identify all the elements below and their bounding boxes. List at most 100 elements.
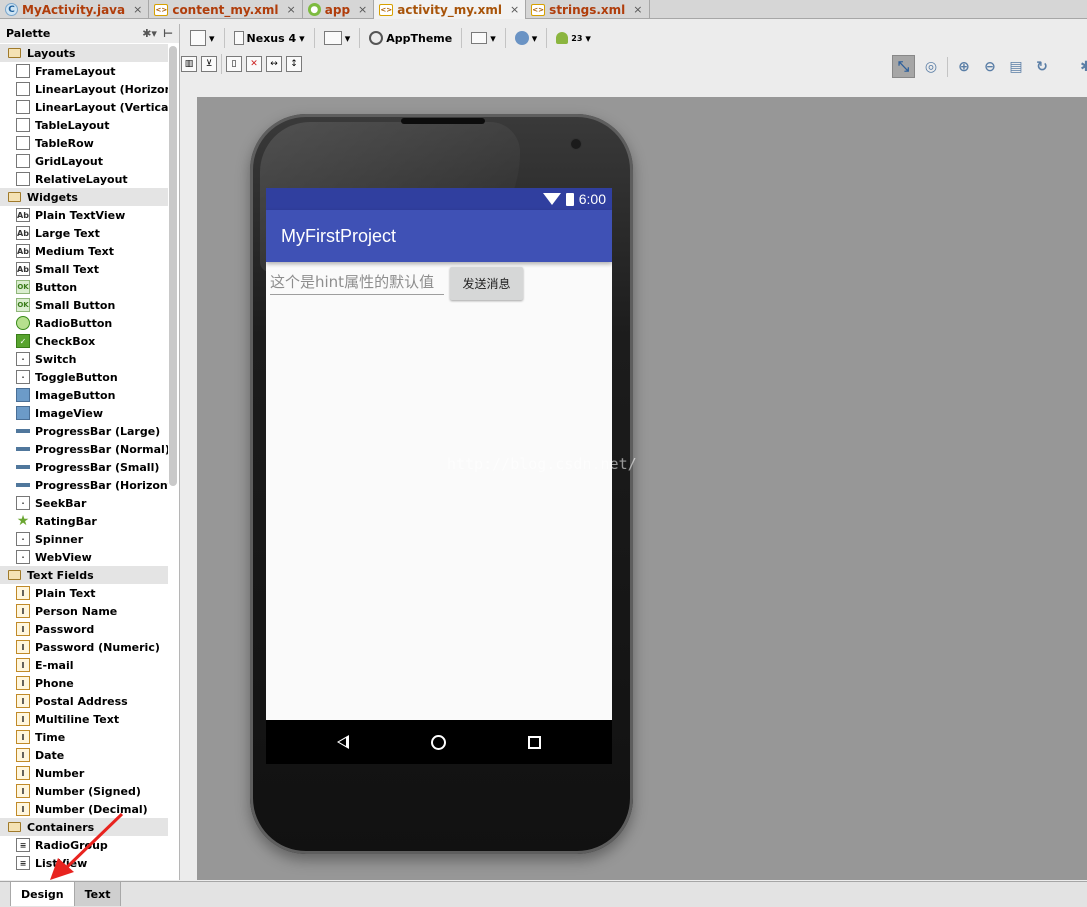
widget-icon bbox=[16, 478, 30, 492]
api-level-selector[interactable]: 23 ▾ bbox=[553, 28, 594, 48]
palette-item-ratingbar[interactable]: ★ RatingBar bbox=[0, 512, 168, 530]
android-icon bbox=[556, 32, 569, 44]
palette-item-button[interactable]: OK Button bbox=[0, 278, 168, 296]
palette-item-gridlayout[interactable]: GridLayout bbox=[0, 152, 168, 170]
close-icon[interactable]: × bbox=[133, 3, 142, 16]
distribute-icon[interactable]: ▯ bbox=[226, 56, 242, 72]
palette-item-small-text[interactable]: Ab Small Text bbox=[0, 260, 168, 278]
file-icon bbox=[190, 30, 206, 46]
tab-design[interactable]: Design bbox=[10, 882, 75, 906]
palette-item-switch[interactable]: · Switch bbox=[0, 350, 168, 368]
zoom-in-icon[interactable]: ⊕ bbox=[954, 57, 974, 77]
palette-item-label: ProgressBar (Horizontal bbox=[35, 478, 168, 492]
palette-item-number-decimal[interactable]: I Number (Decimal) bbox=[0, 800, 168, 818]
palette-item-password-numeric[interactable]: I Password (Numeric) bbox=[0, 638, 168, 656]
close-icon[interactable]: × bbox=[358, 3, 367, 16]
palette-item-togglebutton[interactable]: · ToggleButton bbox=[0, 368, 168, 386]
columns-icon[interactable]: ▥ bbox=[181, 56, 197, 72]
palette-item-medium-text[interactable]: Ab Medium Text bbox=[0, 242, 168, 260]
palette-item-time[interactable]: I Time bbox=[0, 728, 168, 746]
palette-item-label: Medium Text bbox=[35, 244, 115, 258]
home-icon[interactable] bbox=[431, 734, 446, 750]
send-message-button[interactable]: 发送消息 bbox=[450, 267, 523, 300]
fill-width-icon[interactable]: ↔ bbox=[266, 56, 282, 72]
palette-item-large-text[interactable]: Ab Large Text bbox=[0, 224, 168, 242]
palette-item-seekbar[interactable]: · SeekBar bbox=[0, 494, 168, 512]
palette-item-number-signed[interactable]: I Number (Signed) bbox=[0, 782, 168, 800]
settings-gear-icon[interactable]: ✱ bbox=[1076, 57, 1087, 77]
palette-item-spinner[interactable]: · Spinner bbox=[0, 530, 168, 548]
palette-category-widgets[interactable]: Widgets bbox=[0, 188, 168, 206]
locale-selector[interactable]: ▾ bbox=[512, 28, 541, 48]
palette-item-linearlayout-vertical[interactable]: LinearLayout (Vertical) bbox=[0, 98, 168, 116]
clear-weights-icon[interactable]: ✕ bbox=[246, 56, 262, 72]
palette-item-progressbar-horizontal[interactable]: ProgressBar (Horizontal bbox=[0, 476, 168, 494]
java-class-icon: C bbox=[5, 3, 18, 16]
palette-item-label: Number bbox=[35, 766, 85, 780]
refresh-icon[interactable]: ↻ bbox=[1032, 57, 1052, 77]
palette-item-radiogroup[interactable]: ≡ RadioGroup bbox=[0, 836, 168, 854]
close-icon[interactable]: × bbox=[633, 3, 642, 16]
palette-item-date[interactable]: I Date bbox=[0, 746, 168, 764]
palette-item-label: Switch bbox=[35, 352, 77, 366]
close-icon[interactable]: × bbox=[287, 3, 296, 16]
palette-item-number[interactable]: I Number bbox=[0, 764, 168, 782]
zoom-actual-icon[interactable]: ◎ bbox=[921, 57, 941, 77]
palette-item-progressbar-normal[interactable]: ProgressBar (Normal) bbox=[0, 440, 168, 458]
palette-item-small-button[interactable]: OK Small Button bbox=[0, 296, 168, 314]
device-selector[interactable]: Nexus 4 ▾ bbox=[231, 28, 308, 48]
palette-item-imageview[interactable]: ImageView bbox=[0, 404, 168, 422]
palette-category-layouts[interactable]: Layouts bbox=[0, 44, 168, 62]
layout-variants-button[interactable]: ▾ bbox=[187, 28, 218, 48]
palette-item-password[interactable]: I Password bbox=[0, 620, 168, 638]
widget-icon: I bbox=[16, 676, 30, 690]
palette-item-plain-textview[interactable]: Ab Plain TextView bbox=[0, 206, 168, 224]
palette-item-label: Multiline Text bbox=[35, 712, 120, 726]
hide-panel-icon[interactable]: ⊢ bbox=[163, 27, 173, 40]
palette-item-tablelayout[interactable]: TableLayout bbox=[0, 116, 168, 134]
palette-item-postal-address[interactable]: I Postal Address bbox=[0, 692, 168, 710]
message-edit-text[interactable]: 这个是hint属性的默认值 bbox=[270, 268, 444, 295]
tab-app[interactable]: ● app × bbox=[303, 0, 375, 19]
palette-item-linearlayout-horizonta[interactable]: LinearLayout (Horizonta bbox=[0, 80, 168, 98]
palette-item-progressbar-large[interactable]: ProgressBar (Large) bbox=[0, 422, 168, 440]
tab-text[interactable]: Text bbox=[74, 882, 122, 906]
tab-myactivity-java[interactable]: C MyActivity.java × bbox=[0, 0, 150, 19]
phone-frame: 6:00 MyFirstProject 这个是hint属性的默认值 发送消息 bbox=[250, 114, 633, 854]
palette-category-containers[interactable]: Containers bbox=[0, 818, 168, 836]
zoom-fit-icon[interactable]: ⤡ bbox=[892, 55, 915, 78]
palette-item-relativelayout[interactable]: RelativeLayout bbox=[0, 170, 168, 188]
palette-item-radiobutton[interactable]: RadioButton bbox=[0, 314, 168, 332]
palette-item-person-name[interactable]: I Person Name bbox=[0, 602, 168, 620]
palette-item-webview[interactable]: · WebView bbox=[0, 548, 168, 566]
palette-item-label: Password (Numeric) bbox=[35, 640, 160, 654]
zoom-out-icon[interactable]: ⊖ bbox=[980, 57, 1000, 77]
activity-selector[interactable]: ▾ bbox=[468, 28, 499, 48]
theme-selector[interactable]: AppTheme bbox=[366, 28, 455, 48]
palette-item-e-mail[interactable]: I E-mail bbox=[0, 656, 168, 674]
palette-category-text-fields[interactable]: Text Fields bbox=[0, 566, 168, 584]
design-canvas[interactable]: 6:00 MyFirstProject 这个是hint属性的默认值 发送消息 bbox=[197, 97, 1087, 880]
palette-item-progressbar-small[interactable]: ProgressBar (Small) bbox=[0, 458, 168, 476]
orientation-button[interactable]: ▾ bbox=[321, 28, 354, 48]
palette-item-phone[interactable]: I Phone bbox=[0, 674, 168, 692]
palette-item-multiline-text[interactable]: I Multiline Text bbox=[0, 710, 168, 728]
tab-activity-my-xml[interactable]: <> activity_my.xml × bbox=[374, 0, 527, 19]
close-icon[interactable]: × bbox=[510, 3, 519, 16]
tab-content-my-xml[interactable]: <> content_my.xml × bbox=[149, 0, 303, 19]
tab-strings-xml[interactable]: <> strings.xml × bbox=[526, 0, 650, 19]
baseline-icon[interactable]: ⊻ bbox=[201, 56, 217, 72]
palette-item-listview[interactable]: ≡ ListView bbox=[0, 854, 168, 872]
back-icon[interactable] bbox=[337, 735, 349, 749]
palette-scrollbar[interactable] bbox=[169, 46, 177, 486]
palette-item-framelayout[interactable]: FrameLayout bbox=[0, 62, 168, 80]
fill-height-icon[interactable]: ↕ bbox=[286, 56, 302, 72]
palette-item-label: ProgressBar (Normal) bbox=[35, 442, 168, 456]
palette-item-imagebutton[interactable]: ImageButton bbox=[0, 386, 168, 404]
gear-icon[interactable]: ✱▾ bbox=[142, 27, 157, 40]
screenshot-icon[interactable]: ▤ bbox=[1006, 57, 1026, 77]
palette-item-plain-text[interactable]: I Plain Text bbox=[0, 584, 168, 602]
palette-item-tablerow[interactable]: TableRow bbox=[0, 134, 168, 152]
recents-icon[interactable] bbox=[528, 735, 541, 749]
palette-item-checkbox[interactable]: ✓ CheckBox bbox=[0, 332, 168, 350]
